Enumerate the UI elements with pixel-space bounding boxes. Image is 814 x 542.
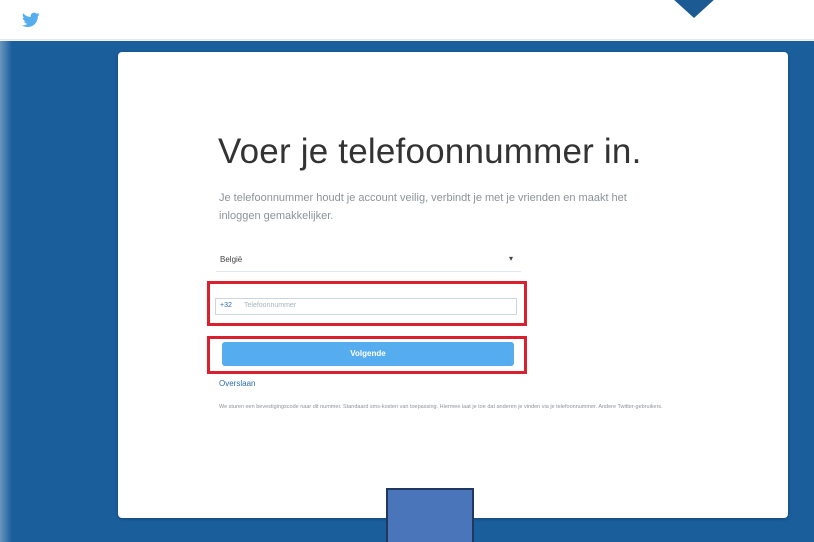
country-select[interactable]: België ▾ bbox=[216, 250, 521, 272]
annotation-overlay-box bbox=[386, 488, 474, 542]
background-edge-glow bbox=[0, 41, 12, 542]
phone-number-input[interactable]: +32 Telefoonnummer bbox=[215, 298, 517, 315]
chevron-down-icon: ▾ bbox=[508, 254, 513, 263]
country-select-value: België bbox=[220, 255, 243, 264]
phone-placeholder: Telefoonnummer bbox=[244, 302, 297, 309]
annotation-arrow-marker bbox=[672, 0, 716, 18]
twitter-bird-icon[interactable] bbox=[22, 12, 40, 28]
next-button[interactable]: Volgende bbox=[222, 342, 514, 366]
page-description: Je telefoonnummer houdt je account veili… bbox=[219, 192, 627, 222]
fine-print: We sturen een bevestigingscode naar dit … bbox=[219, 404, 663, 410]
country-code: +32 bbox=[220, 302, 232, 309]
page-title: Voer je telefoonnummer in. bbox=[218, 132, 642, 171]
skip-link[interactable]: Overslaan bbox=[219, 379, 255, 388]
phone-entry-card: Voer je telefoonnummer in. Je telefoonnu… bbox=[118, 52, 788, 518]
